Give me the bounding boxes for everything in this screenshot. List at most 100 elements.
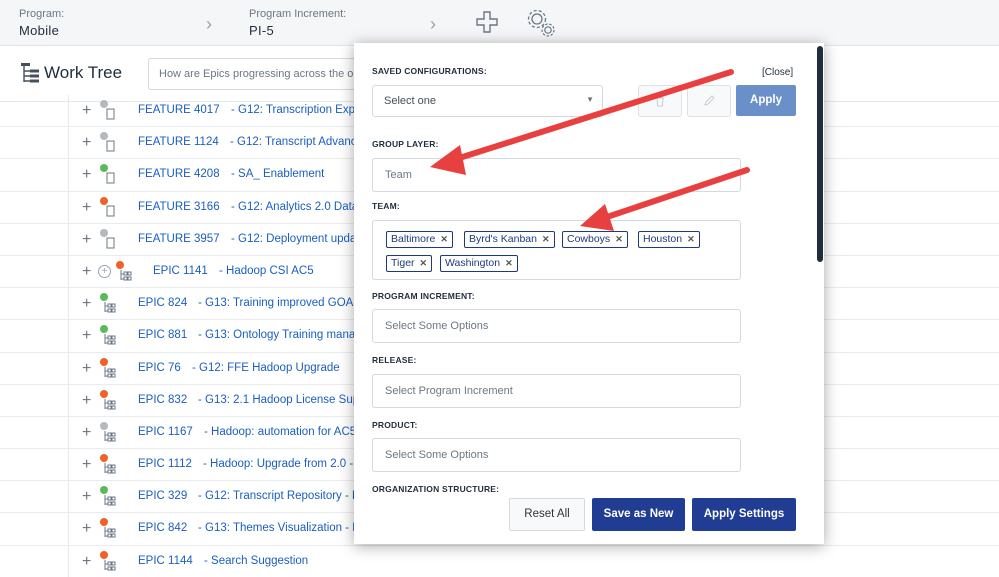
- item-name-link[interactable]: - G12: Analytics 2.0 Data Fl: [231, 201, 371, 213]
- epic-icon: [104, 398, 116, 410]
- program-increment-filter-label: PROGRAM INCREMENT:: [372, 291, 475, 301]
- trash-icon: [656, 96, 664, 107]
- team-tag: Baltimore ✕: [386, 231, 453, 248]
- item-name-link[interactable]: - G12: FFE Hadoop Upgrade: [192, 362, 340, 374]
- item-name-link[interactable]: - G13: Themes Visualization - Dr: [198, 522, 364, 534]
- program-label: Program:: [19, 8, 65, 20]
- team-tag-label: Byrd's Kanban: [469, 233, 537, 245]
- item-id-link[interactable]: EPIC 329: [138, 490, 187, 502]
- remove-tag-icon[interactable]: ✕: [615, 232, 623, 247]
- item-name-link[interactable]: - G13: 2.1 Hadoop License Suppo: [198, 394, 372, 406]
- item-id-link[interactable]: EPIC 1112: [138, 458, 192, 470]
- item-name-link[interactable]: - Search Suggestion: [204, 555, 308, 567]
- expand-icon[interactable]: +: [82, 489, 91, 505]
- pencil-icon: [704, 95, 715, 106]
- epic-icon: [104, 559, 116, 571]
- team-label: TEAM:: [372, 201, 400, 211]
- feature-icon: [106, 205, 115, 217]
- remove-tag-icon[interactable]: ✕: [440, 232, 448, 247]
- item-id-link[interactable]: FEATURE 3957: [138, 233, 220, 245]
- item-name-link[interactable]: - G12: Transcription Export: [231, 104, 368, 116]
- item-name-link[interactable]: - G12: Transcript Repository - En: [198, 490, 366, 502]
- expand-icon[interactable]: +: [82, 424, 91, 441]
- feature-icon: [106, 172, 115, 184]
- remove-tag-icon[interactable]: ✕: [505, 256, 513, 271]
- product-field[interactable]: Select Some Options: [372, 438, 741, 472]
- delete-configuration-button[interactable]: [638, 85, 682, 117]
- top-bar: Program: Mobile › Program Increment: PI-…: [0, 0, 999, 46]
- item-name-link[interactable]: - Hadoop: automation for AC5: [204, 426, 356, 438]
- apply-settings-button[interactable]: Apply Settings: [692, 498, 796, 531]
- expand-icon[interactable]: +: [82, 553, 91, 570]
- feature-icon: [106, 108, 115, 120]
- saved-configurations-label: SAVED CONFIGURATIONS:: [372, 66, 487, 76]
- program-increment-selector[interactable]: Program Increment: PI-5: [249, 8, 346, 38]
- feature-icon: [106, 140, 115, 152]
- save-as-new-button[interactable]: Save as New: [592, 498, 685, 531]
- item-name-link[interactable]: - G13: Training improved GOALn: [198, 297, 366, 309]
- team-tag-label: Baltimore: [391, 233, 436, 245]
- epic-icon: [104, 302, 116, 313]
- release-field[interactable]: Select Program Increment: [372, 374, 741, 408]
- epic-icon: [104, 463, 116, 474]
- epic-icon: [120, 269, 132, 281]
- program-increment-field[interactable]: Select Some Options: [372, 309, 741, 343]
- tree-row[interactable]: + EPIC 1144 - Search Suggestion: [0, 545, 999, 577]
- expand-icon[interactable]: +: [82, 135, 91, 151]
- item-id-link[interactable]: EPIC 1144: [138, 555, 193, 567]
- expand-icon[interactable]: +: [82, 392, 91, 409]
- close-link[interactable]: [Close]: [762, 67, 793, 78]
- expand-icon[interactable]: +: [82, 328, 91, 344]
- program-selector[interactable]: Program: Mobile: [19, 8, 64, 38]
- search-input[interactable]: [148, 58, 388, 90]
- work-tree-icon: [21, 63, 39, 83]
- edit-configuration-button[interactable]: [687, 85, 731, 117]
- team-tag-label: Washington: [445, 257, 501, 269]
- remove-tag-icon[interactable]: ✕: [542, 232, 550, 247]
- remove-tag-icon[interactable]: ✕: [687, 232, 695, 247]
- group-layer-field[interactable]: Team: [372, 158, 741, 192]
- item-id-link[interactable]: FEATURE 3166: [138, 201, 220, 213]
- item-id-link[interactable]: EPIC 1167: [138, 426, 193, 438]
- item-name-link[interactable]: - G12: Deployment update: [231, 233, 366, 245]
- item-id-link[interactable]: EPIC 842: [138, 522, 187, 534]
- release-label: RELEASE:: [372, 355, 417, 365]
- gear-icon[interactable]: [524, 6, 558, 40]
- apply-button[interactable]: Apply: [736, 85, 796, 116]
- expand-icon[interactable]: +: [82, 103, 91, 119]
- expand-icon[interactable]: +: [82, 521, 91, 537]
- item-id-link[interactable]: EPIC 824: [138, 297, 187, 309]
- organization-structure-label: ORGANIZATION STRUCTURE:: [372, 484, 500, 494]
- expand-icon[interactable]: +: [82, 457, 91, 473]
- feature-icon: [106, 237, 115, 249]
- expand-icon[interactable]: +: [82, 167, 91, 183]
- item-name-link[interactable]: - Hadoop: Upgrade from 2.0 - P: [203, 458, 364, 470]
- reset-all-button[interactable]: Reset All: [509, 498, 585, 531]
- remove-tag-icon[interactable]: ✕: [420, 256, 428, 271]
- team-multiselect[interactable]: Baltimore ✕ Byrd's Kanban ✕ Cowboys ✕ Houston ✕…: [372, 220, 741, 280]
- item-id-link[interactable]: EPIC 1141: [153, 265, 208, 277]
- item-id-link[interactable]: FEATURE 1124: [138, 136, 219, 148]
- item-name-link[interactable]: - Hadoop CSI AC5: [219, 265, 314, 277]
- dialog-scrollbar[interactable]: [817, 46, 823, 262]
- expand-icon[interactable]: +: [82, 263, 91, 280]
- chevron-right-icon: ›: [430, 14, 436, 34]
- item-id-link[interactable]: FEATURE 4208: [138, 168, 220, 180]
- item-id-link[interactable]: EPIC 881: [138, 329, 187, 341]
- team-tag-label: Cowboys: [567, 233, 611, 245]
- item-id-link[interactable]: FEATURE 4017: [138, 104, 220, 116]
- expand-icon[interactable]: +: [82, 231, 91, 248]
- expand-child-icon[interactable]: +: [98, 264, 111, 278]
- expand-icon[interactable]: +: [82, 199, 91, 216]
- saved-configuration-select[interactable]: Select one ▼: [372, 85, 603, 117]
- caret-down-icon: ▼: [586, 95, 594, 104]
- item-name-link[interactable]: - G12: Transcript Advanced: [230, 136, 369, 148]
- item-id-link[interactable]: EPIC 832: [138, 394, 187, 406]
- item-id-link[interactable]: EPIC 76: [138, 362, 181, 374]
- expand-icon[interactable]: +: [82, 296, 91, 312]
- item-name-link[interactable]: - G13: Ontology Training manage: [198, 329, 368, 341]
- expand-icon[interactable]: +: [82, 360, 91, 377]
- plus-icon[interactable]: [474, 9, 500, 35]
- item-name-link[interactable]: - SA_ Enablement: [231, 168, 324, 180]
- saved-configuration-value: Select one: [384, 95, 436, 107]
